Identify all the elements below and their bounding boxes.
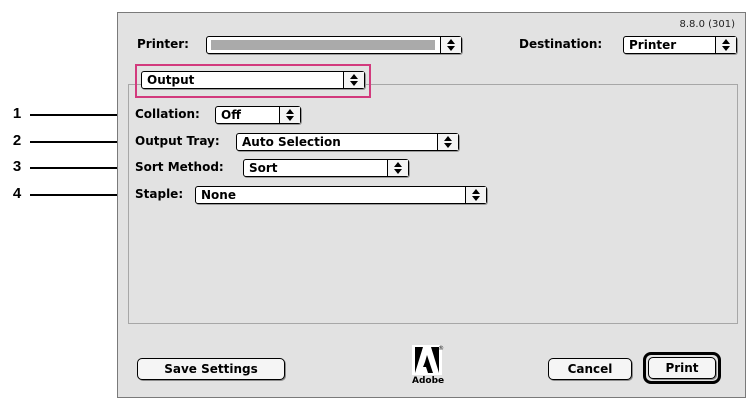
up-down-arrows-icon xyxy=(715,37,736,53)
callout-number: 3 xyxy=(12,158,22,175)
save-settings-button[interactable]: Save Settings xyxy=(137,358,285,380)
staple-value: None xyxy=(201,188,236,202)
callout-line xyxy=(30,167,130,169)
up-down-arrows-icon xyxy=(437,134,458,150)
staple-label: Staple: xyxy=(135,187,184,201)
panel-popup[interactable]: Output xyxy=(141,71,365,89)
adobe-logo: ® Adobe xyxy=(412,345,445,391)
callout-number: 1 xyxy=(12,105,22,122)
up-down-arrows-icon xyxy=(387,160,408,176)
cancel-button[interactable]: Cancel xyxy=(548,358,632,380)
printer-popup[interactable] xyxy=(206,36,462,54)
sort-method-value: Sort xyxy=(249,161,278,175)
output-tray-label: Output Tray: xyxy=(135,134,220,148)
collation-value: Off xyxy=(221,108,241,122)
panel-value: Output xyxy=(147,73,195,87)
destination-label: Destination: xyxy=(519,37,603,51)
up-down-arrows-icon xyxy=(279,107,300,123)
callout-line xyxy=(30,194,130,196)
callout-line xyxy=(30,141,130,143)
up-down-arrows-icon xyxy=(343,72,364,88)
up-down-arrows-icon xyxy=(440,37,461,53)
registered-mark: ® xyxy=(438,345,444,352)
callout-line xyxy=(30,114,130,116)
destination-popup[interactable]: Printer xyxy=(623,36,737,54)
print-button[interactable]: Print xyxy=(648,357,716,379)
output-tray-value: Auto Selection xyxy=(242,135,341,149)
staple-popup[interactable]: None xyxy=(195,186,487,204)
sort-method-label: Sort Method: xyxy=(135,160,224,174)
collation-popup[interactable]: Off xyxy=(215,106,301,124)
collation-label: Collation: xyxy=(135,107,200,121)
printer-name-field xyxy=(211,40,435,50)
destination-value: Printer xyxy=(629,38,677,52)
up-down-arrows-icon xyxy=(465,187,486,203)
callout-number: 4 xyxy=(12,185,22,202)
printer-label: Printer: xyxy=(137,37,189,51)
output-tray-popup[interactable]: Auto Selection xyxy=(236,133,459,151)
callout-number: 2 xyxy=(12,132,22,149)
version-label: 8.8.0 (301) xyxy=(679,19,735,30)
sort-method-popup[interactable]: Sort xyxy=(243,159,409,177)
adobe-wordmark: Adobe xyxy=(412,376,445,386)
